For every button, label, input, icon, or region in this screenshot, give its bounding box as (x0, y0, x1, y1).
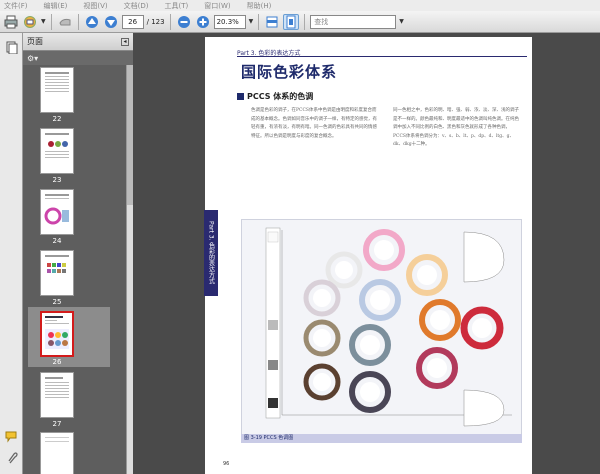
toolbar-divider (258, 13, 260, 30)
thumbnail-label: 22 (52, 115, 62, 123)
pccs-tone-figure (241, 219, 522, 443)
previous-page-icon[interactable] (84, 14, 100, 30)
menu-edit[interactable]: 编辑(E) (44, 1, 68, 11)
zoom-level-input[interactable]: 20.3% (213, 14, 246, 29)
navigation-strip (0, 33, 23, 474)
pdf-page: Part 3. 色彩的表达方式 国际色彩体系 PCCS 体系的色调 色调是色彩的… (204, 37, 532, 474)
header-rule (237, 56, 527, 57)
fit-page-icon[interactable] (283, 13, 300, 30)
thumbnail-23[interactable] (40, 128, 74, 174)
panel-title: 页面 (27, 37, 43, 46)
document-view[interactable]: Part 3. 色彩的表达方式 国际色彩体系 PCCS 体系的色调 色调是色彩的… (133, 33, 600, 474)
hand-tool-icon[interactable] (57, 14, 73, 30)
thumbnail-label: 23 (52, 176, 62, 184)
section-title: PCCS 体系的色调 (237, 91, 313, 102)
page-number-input[interactable]: 26 (121, 14, 144, 29)
thumbnail-label: 25 (52, 298, 62, 306)
options-gear-icon[interactable]: ⚙▾ (27, 54, 38, 63)
body-column-1: 色调是色彩的调子，在PCCS体系中色调是由明度和彩度复合而成的基本概念。色调如同… (251, 108, 377, 139)
next-page-icon[interactable] (103, 14, 119, 30)
pages-panel: 页面 ◂ ⚙▾ 22 23 24 25 26 27 (23, 33, 133, 474)
thumbnail-27[interactable] (40, 372, 74, 418)
tone-diagram (265, 227, 512, 427)
search-dropdown-icon[interactable]: ▼ (399, 18, 404, 25)
close-panel-icon[interactable]: ◂ (121, 37, 129, 46)
thumbnail-scrollbar[interactable] (126, 65, 133, 474)
menu-tools[interactable]: 工具(T) (165, 1, 189, 11)
thumbnail-24[interactable] (40, 189, 74, 235)
page-number: 96 (223, 461, 230, 467)
thumbnail-26[interactable] (40, 311, 74, 357)
zoom-out-icon[interactable] (176, 14, 192, 30)
menu-view[interactable]: 视图(V) (83, 1, 107, 11)
thumbnail-label: 27 (52, 420, 62, 428)
figure-caption: 图 3-19 PCCS 色调图 (241, 434, 522, 443)
page-total: / 123 (146, 17, 165, 26)
body-column-2: 同一色相之中，色彩的明、暗、强、弱、浓、淡、深、浅的调子是不一样的。颜色最纯和、… (393, 108, 519, 147)
mail-dropdown-icon[interactable]: ▼ (41, 18, 46, 25)
thumbnail-list: 22 23 24 25 26 27 28 (23, 65, 126, 474)
thumbnail-28[interactable] (40, 432, 74, 474)
zoom-in-icon[interactable] (195, 14, 211, 30)
menu-file[interactable]: 文件(F) (4, 1, 28, 11)
page-title: 国际色彩体系 (241, 63, 338, 81)
toolbar-divider (77, 13, 79, 30)
toolbar-divider (50, 13, 52, 30)
menu-help[interactable]: 帮助(H) (247, 1, 272, 11)
zoom-dropdown-icon[interactable]: ▼ (249, 18, 254, 25)
thumbnail-label: 24 (52, 237, 62, 245)
menu-window[interactable]: 窗口(W) (204, 1, 230, 11)
comments-icon[interactable] (5, 430, 18, 443)
menu-document[interactable]: 文档(D) (124, 1, 149, 11)
fit-width-icon[interactable] (264, 14, 280, 30)
panel-header: 页面 ◂ (23, 33, 133, 51)
search-input[interactable]: 查找 (310, 14, 397, 29)
toolbar-divider (304, 13, 306, 30)
thumbnail-25[interactable] (40, 250, 74, 296)
menu-bar: 文件(F) 编辑(E) 视图(V) 文档(D) 工具(T) 窗口(W) 帮助(H… (0, 0, 600, 11)
attachments-icon[interactable] (5, 451, 18, 464)
print-icon[interactable] (3, 14, 19, 30)
toolbar-divider (169, 13, 171, 30)
thumbnail-22[interactable] (40, 67, 74, 113)
pages-icon[interactable] (5, 41, 18, 55)
mail-icon[interactable] (22, 14, 38, 30)
panel-options[interactable]: ⚙▾ (23, 51, 133, 65)
toolbar: ▼ 26 / 123 20.3% ▼ 查找 ▼ (0, 11, 600, 33)
part-side-tab: Part 3. 色彩的表达方式 (204, 210, 218, 296)
thumbnail-label: 26 (52, 358, 62, 366)
